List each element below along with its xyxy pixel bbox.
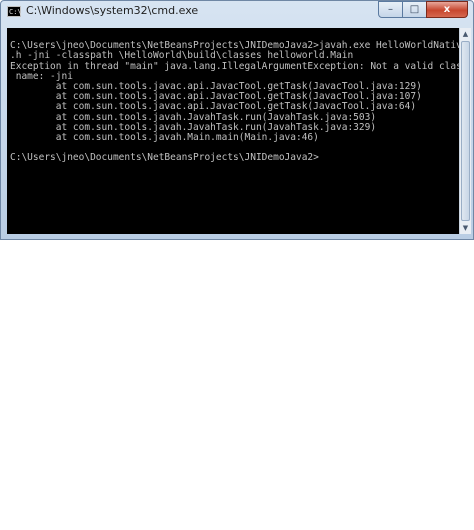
console-output[interactable]: C:\Users\jneo\Documents\NetBeansProjects… [7,28,459,234]
console-line: at com.sun.tools.javah.Main.main(Main.ja… [10,131,319,143]
cmd-window: C:\ C:\Windows\system32\cmd.exe – □ x C:… [0,0,474,240]
console-text: C:\Users\jneo\Documents\NetBeansProjects… [7,28,459,163]
minimize-button[interactable]: – [378,1,403,18]
maximize-button[interactable]: □ [402,1,427,18]
console-line: at com.sun.tools.javac.api.JavacTool.get… [10,101,417,113]
title-bar[interactable]: C:\ C:\Windows\system32\cmd.exe – □ x [1,1,473,23]
scroll-down-icon[interactable]: ▼ [460,222,471,234]
cmd-icon[interactable]: C:\ [7,6,22,17]
console-line: C:\Users\jneo\Documents\NetBeansProjects… [10,152,319,164]
caption-buttons: – □ x [378,1,468,18]
vertical-scrollbar[interactable]: ▲ ▼ [459,28,471,234]
scroll-up-icon[interactable]: ▲ [460,28,471,40]
console-line: Exception in thread "main" java.lang.Ill… [10,60,459,72]
close-button[interactable]: x [426,1,468,18]
window-title: C:\Windows\system32\cmd.exe [26,4,199,17]
scroll-thumb[interactable] [461,41,470,221]
